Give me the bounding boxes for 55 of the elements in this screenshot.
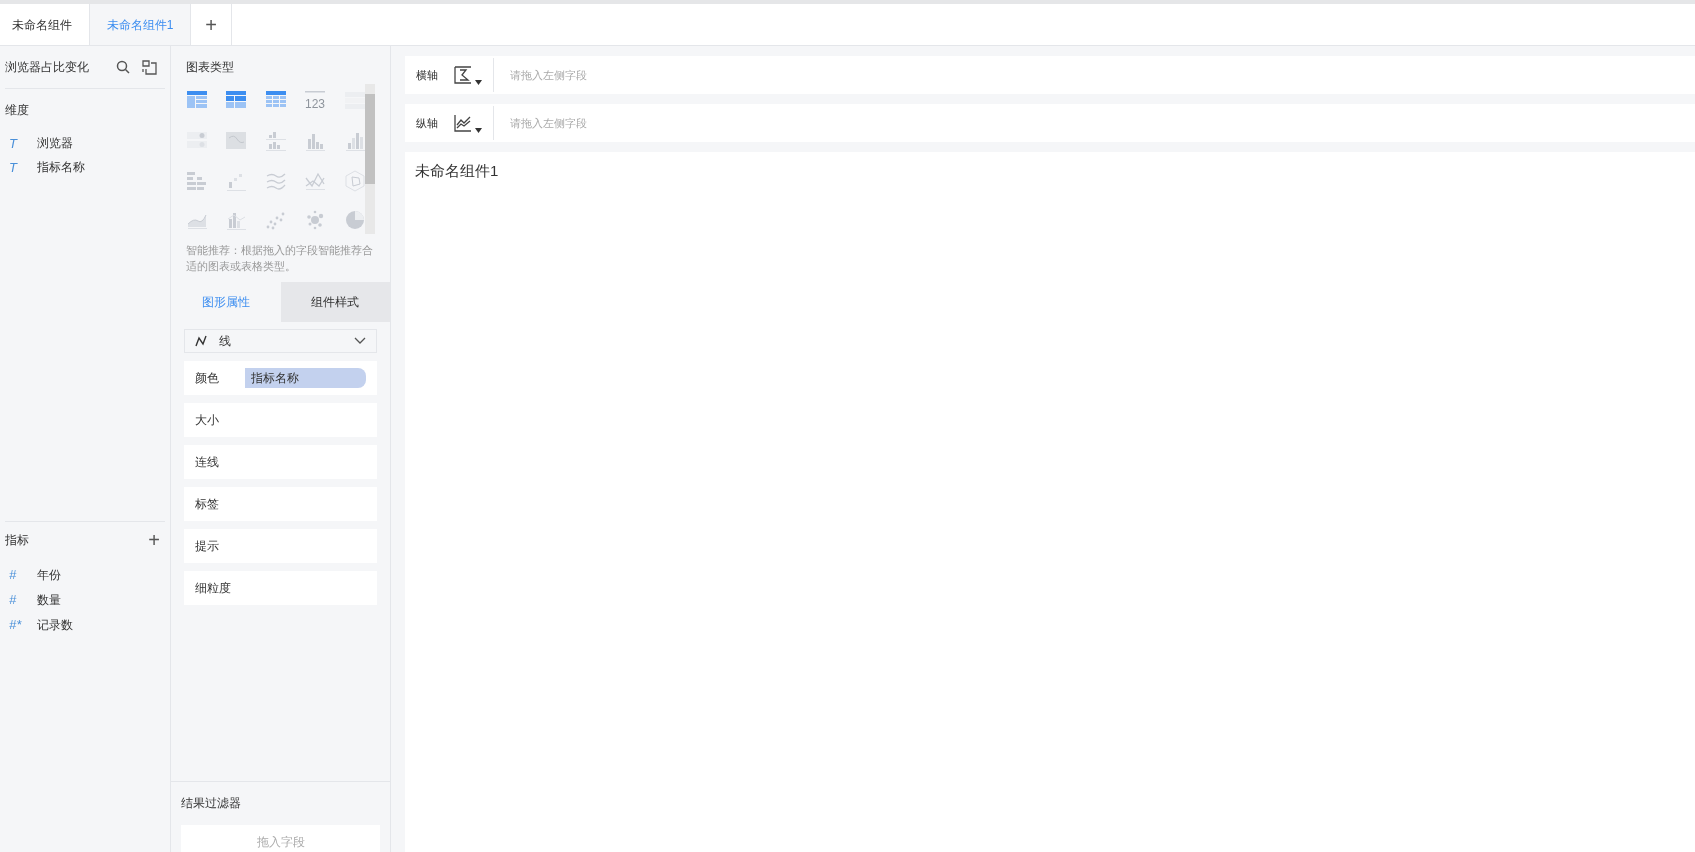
chevron-down-icon bbox=[354, 337, 366, 345]
property-label: 大小 bbox=[195, 412, 220, 429]
dimension-field[interactable]: 浏览器 bbox=[37, 134, 73, 152]
field-chip[interactable]: 指标名称 bbox=[245, 368, 366, 388]
add-measure-button[interactable]: + bbox=[148, 530, 160, 550]
property-row[interactable]: 提示 bbox=[184, 529, 377, 563]
property-label: 连线 bbox=[195, 454, 220, 471]
measure-field[interactable]: 年份 bbox=[37, 565, 61, 584]
chart-type-pie-icon[interactable] bbox=[343, 209, 366, 232]
axis-shelf[interactable]: 横轴 请拖入左侧字段 bbox=[405, 56, 1695, 94]
section-title: 指标 bbox=[5, 532, 29, 549]
caret-down-icon bbox=[475, 128, 482, 133]
chart-type-bar-split-icon[interactable] bbox=[264, 129, 287, 152]
property-label: 细粒度 bbox=[195, 580, 232, 597]
number-field-icon: # bbox=[9, 593, 25, 606]
line-chart-icon bbox=[195, 335, 207, 347]
property-row[interactable]: 连线 bbox=[184, 445, 377, 479]
add-tab-button[interactable]: + bbox=[191, 4, 232, 45]
chart-type-map-icon[interactable] bbox=[225, 129, 248, 152]
axis-shelf[interactable]: 纵轴 请拖入左侧字段 bbox=[405, 104, 1695, 142]
section-title: 维度 bbox=[5, 102, 30, 119]
dataset-title: 浏览器占比变化 bbox=[5, 59, 90, 76]
property-row[interactable]: 细粒度 bbox=[184, 571, 377, 605]
caret-down-icon bbox=[475, 80, 482, 85]
property-row[interactable]: 大小 bbox=[184, 403, 377, 437]
search-icon[interactable] bbox=[116, 60, 130, 74]
text-field-icon: T bbox=[9, 136, 25, 150]
number-field-icon: #* bbox=[9, 618, 25, 631]
chart-type-bar-h-icon[interactable] bbox=[186, 169, 208, 192]
mark-type-dropdown[interactable]: 线 bbox=[184, 329, 377, 353]
property-tab[interactable]: 组件样式 bbox=[280, 282, 390, 322]
switch-dataset-icon[interactable] bbox=[142, 59, 157, 75]
axis-label: 纵轴 bbox=[415, 115, 439, 131]
dimension-field[interactable]: 指标名称 bbox=[37, 158, 85, 176]
property-label: 颜色 bbox=[195, 370, 220, 387]
axis-label: 横轴 bbox=[415, 67, 439, 83]
measure-field[interactable]: 数量 bbox=[37, 590, 61, 609]
property-row[interactable]: 颜色 指标名称 bbox=[184, 361, 377, 395]
recommend-hint: 智能推荐：根据拖入的字段智能推荐合适的图表或表格类型。 bbox=[186, 243, 374, 274]
axis-drop-placeholder: 请拖入左侧字段 bbox=[509, 115, 587, 131]
scrollbar[interactable] bbox=[365, 84, 375, 234]
axis-zigzag-icon bbox=[453, 65, 473, 85]
component-title: 未命名组件1 bbox=[415, 162, 499, 179]
axis-drop-placeholder: 请拖入左侧字段 bbox=[509, 67, 587, 83]
property-label: 提示 bbox=[195, 538, 220, 555]
measure-field[interactable]: 记录数 bbox=[37, 615, 73, 634]
number-field-icon: # bbox=[9, 568, 25, 581]
chart-type-radar-icon[interactable] bbox=[343, 169, 366, 192]
axis-line-chart-icon bbox=[453, 113, 473, 133]
text-field-icon: T bbox=[9, 160, 25, 174]
section-title: 结果过滤器 bbox=[181, 795, 242, 812]
chart-type-card-list-icon[interactable] bbox=[343, 90, 366, 112]
section-title: 图表类型 bbox=[186, 59, 235, 76]
property-label: 标签 bbox=[195, 496, 220, 513]
property-row[interactable]: 标签 bbox=[184, 487, 377, 521]
